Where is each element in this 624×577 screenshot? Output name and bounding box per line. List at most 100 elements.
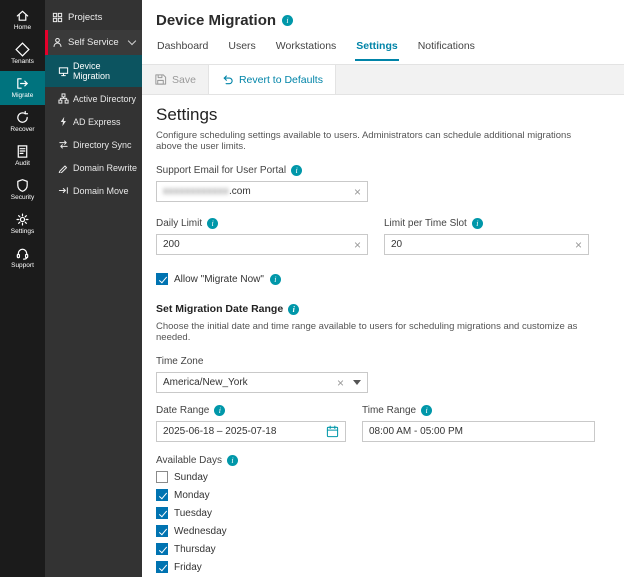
info-icon[interactable] xyxy=(282,15,293,26)
info-icon[interactable] xyxy=(291,165,302,176)
rail-item-recover[interactable]: Recover xyxy=(0,105,45,139)
rail-item-label: Security xyxy=(11,195,34,202)
main-content: Device Migration Dashboard Users Worksta… xyxy=(142,0,624,577)
checkbox-monday[interactable] xyxy=(156,489,168,501)
day-label: Monday xyxy=(174,490,210,501)
sidebar-item-label: Domain Rewrite xyxy=(73,163,137,173)
audit-icon xyxy=(15,144,30,159)
sidebar-item-label: Projects xyxy=(68,12,102,23)
date-range-section-description: Choose the initial date and time range a… xyxy=(156,321,596,343)
info-icon[interactable] xyxy=(472,218,483,229)
info-icon[interactable] xyxy=(270,274,281,285)
rail-item-tenants[interactable]: Tenants xyxy=(0,37,45,71)
settings-form: Settings Configure scheduling settings a… xyxy=(142,95,624,577)
rail-item-audit[interactable]: Audit xyxy=(0,139,45,173)
day-label: Tuesday xyxy=(174,508,212,519)
device-migration-monitor-icon xyxy=(58,66,69,77)
sidebar-item-active-directory[interactable]: Active Directory xyxy=(45,87,142,110)
tab-settings[interactable]: Settings xyxy=(355,36,398,61)
rail-item-support[interactable]: Support xyxy=(0,241,45,275)
tab-workstations[interactable]: Workstations xyxy=(275,36,338,61)
tab-notifications[interactable]: Notifications xyxy=(417,36,476,61)
settings-description: Configure scheduling settings available … xyxy=(156,130,596,152)
sidebar-item-projects[interactable]: Projects xyxy=(45,5,142,30)
info-icon[interactable] xyxy=(227,455,238,466)
rail-item-settings[interactable]: Settings xyxy=(0,207,45,241)
support-email-label-row: Support Email for User Portal xyxy=(156,165,608,176)
headset-icon xyxy=(15,246,30,261)
limits-row: Daily Limit 200 Limit per Time Slot 20 xyxy=(156,218,608,271)
day-label: Thursday xyxy=(174,544,216,555)
checkbox-thursday[interactable] xyxy=(156,543,168,555)
migrate-icon xyxy=(15,76,30,91)
primary-nav-rail: Home Tenants Migrate Recover Audit Secur… xyxy=(0,0,45,577)
clear-icon[interactable] xyxy=(569,239,582,251)
migrate-now-label: Allow "Migrate Now" xyxy=(174,274,264,285)
sidebar-item-label: AD Express xyxy=(73,117,121,127)
info-icon[interactable] xyxy=(214,405,225,416)
daily-limit-value: 200 xyxy=(163,239,180,250)
rail-item-home[interactable]: Home xyxy=(0,3,45,37)
revert-to-defaults-button[interactable]: Revert to Defaults xyxy=(208,65,336,94)
time-zone-select[interactable]: America/New_York xyxy=(156,372,368,393)
support-email-value: xxxxxxxxxxxx.com xyxy=(163,186,251,197)
sidebar-item-self-service[interactable]: Self Service xyxy=(45,30,142,55)
clear-icon[interactable] xyxy=(331,377,344,389)
available-days-label: Available Days xyxy=(156,455,222,466)
day-row: Friday xyxy=(156,561,608,573)
date-range-label: Date Range xyxy=(156,405,209,416)
sidebar-item-label: Domain Move xyxy=(73,186,129,196)
time-zone-label: Time Zone xyxy=(156,356,203,367)
day-label: Friday xyxy=(174,562,202,573)
checkbox-friday[interactable] xyxy=(156,561,168,573)
sidebar-item-directory-sync[interactable]: Directory Sync xyxy=(45,133,142,156)
recover-icon xyxy=(15,110,30,125)
calendar-icon[interactable] xyxy=(320,425,339,438)
clear-icon[interactable] xyxy=(348,186,361,198)
settings-heading: Settings xyxy=(156,105,608,125)
clear-icon[interactable] xyxy=(348,239,361,251)
page-title: Device Migration xyxy=(156,12,276,29)
module-sidebar: Projects Self Service Device Migration A… xyxy=(45,0,142,577)
self-service-person-icon xyxy=(52,37,63,48)
tab-dashboard[interactable]: Dashboard xyxy=(156,36,209,61)
time-zone-label-row: Time Zone xyxy=(156,356,608,367)
rail-item-migrate[interactable]: Migrate xyxy=(0,71,45,105)
info-icon[interactable] xyxy=(207,218,218,229)
day-row: Wednesday xyxy=(156,525,608,537)
sidebar-item-ad-express[interactable]: AD Express xyxy=(45,110,142,133)
time-range-input[interactable]: 08:00 AM - 05:00 PM xyxy=(362,421,595,442)
tenants-icon xyxy=(15,42,30,57)
sidebar-item-label: Device Migration xyxy=(73,61,139,81)
date-range-input[interactable]: 2025-06-18 – 2025-07-18 xyxy=(156,421,346,442)
migrate-now-checkbox[interactable] xyxy=(156,273,168,285)
date-range-section-title-row: Set Migration Date Range xyxy=(156,303,608,315)
rail-item-label: Tenants xyxy=(11,59,34,66)
sidebar-item-label: Self Service xyxy=(68,37,119,48)
info-icon[interactable] xyxy=(421,405,432,416)
support-email-input[interactable]: xxxxxxxxxxxx.com xyxy=(156,181,368,202)
slot-limit-input[interactable]: 20 xyxy=(384,234,589,255)
checkbox-sunday[interactable] xyxy=(156,471,168,483)
active-directory-sitemap-icon xyxy=(58,93,69,104)
sidebar-item-device-migration[interactable]: Device Migration xyxy=(45,55,142,87)
tab-users[interactable]: Users xyxy=(227,36,256,61)
date-range-value: 2025-06-18 – 2025-07-18 xyxy=(163,426,276,437)
migrate-now-row: Allow "Migrate Now" xyxy=(156,273,608,285)
chevron-down-icon[interactable] xyxy=(353,380,361,385)
date-range-field: Date Range 2025-06-18 – 2025-07-18 xyxy=(156,405,346,442)
sidebar-item-domain-move[interactable]: Domain Move xyxy=(45,179,142,202)
info-icon[interactable] xyxy=(288,304,299,315)
pencil-icon xyxy=(58,162,69,173)
save-icon xyxy=(154,73,167,86)
checkbox-tuesday[interactable] xyxy=(156,507,168,519)
sidebar-item-label: Active Directory xyxy=(73,94,136,104)
save-button[interactable]: Save xyxy=(142,65,208,94)
rail-item-security[interactable]: Security xyxy=(0,173,45,207)
daily-limit-input[interactable]: 200 xyxy=(156,234,368,255)
sidebar-item-domain-rewrite[interactable]: Domain Rewrite xyxy=(45,156,142,179)
time-range-label: Time Range xyxy=(362,405,416,416)
rail-item-label: Recover xyxy=(10,127,34,134)
undo-icon xyxy=(221,73,234,86)
checkbox-wednesday[interactable] xyxy=(156,525,168,537)
